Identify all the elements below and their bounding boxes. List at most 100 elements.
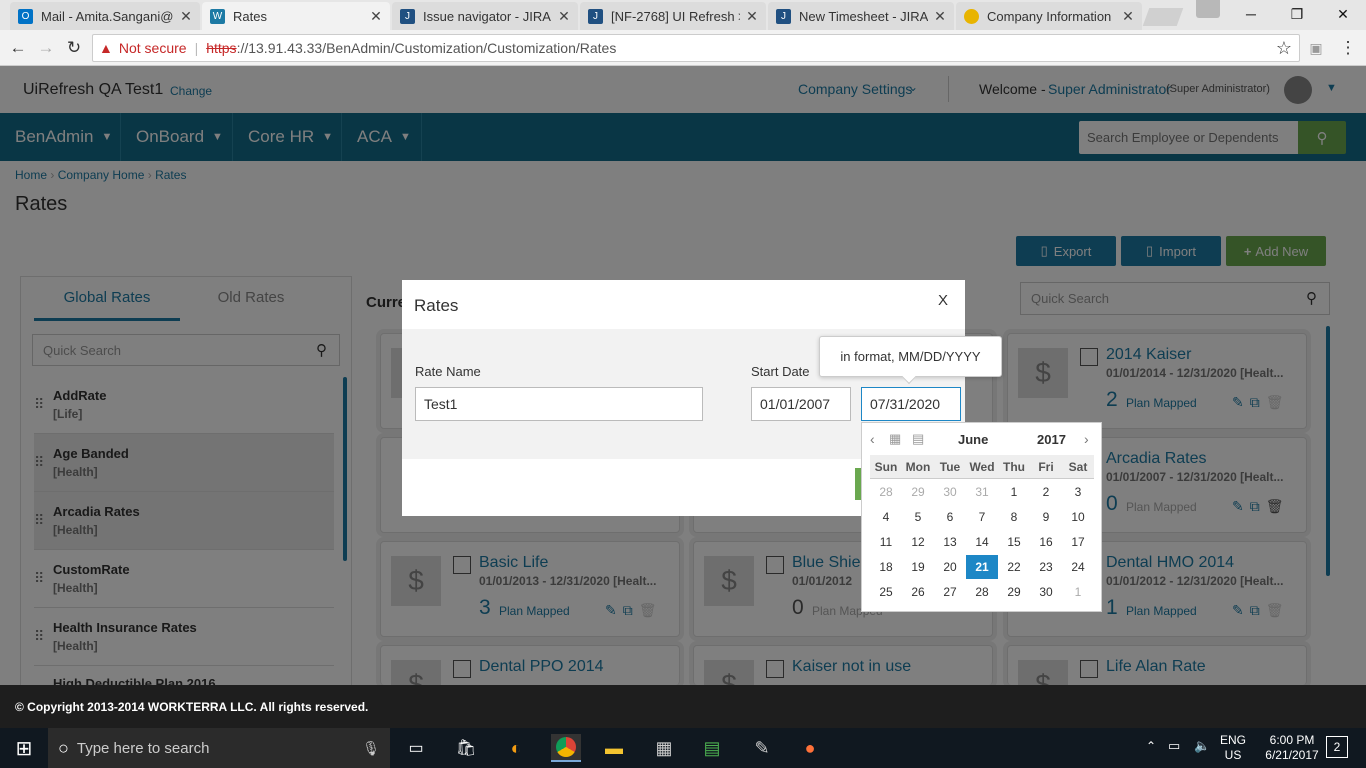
calendar-year[interactable]: 2017: [1037, 432, 1066, 447]
calendar-day[interactable]: 10: [1062, 505, 1094, 529]
page-footer: © Copyright 2013-2014 WORKTERRA LLC. All…: [0, 685, 1366, 728]
app-icon[interactable]: ▦: [650, 734, 678, 762]
copyright-text: © Copyright 2013-2014 WORKTERRA LLC. All…: [15, 699, 369, 714]
calendar-day[interactable]: 4: [870, 505, 902, 529]
calendar-day-selected[interactable]: 21: [966, 555, 998, 579]
app-flame-icon[interactable]: ◐: [502, 734, 530, 762]
firefox-icon[interactable]: ●: [796, 734, 824, 762]
calendar-day[interactable]: 1: [998, 480, 1030, 504]
url-field[interactable]: ▲ Not secure | https ://13.91.43.33/BenA…: [92, 34, 1300, 62]
calendar-day[interactable]: 29: [902, 480, 934, 504]
calendar-day[interactable]: 14: [966, 530, 998, 554]
calendar-day[interactable]: 31: [966, 480, 998, 504]
calendar-day[interactable]: 20: [934, 555, 966, 579]
restore-icon[interactable]: ❐: [1274, 0, 1320, 28]
calendar-weekday-row: Sun Mon Tue Wed Thu Fri Sat: [870, 455, 1094, 479]
next-month-icon[interactable]: ›: [1084, 431, 1089, 447]
close-window-icon[interactable]: ✕: [1320, 0, 1366, 28]
chevron-up-icon[interactable]: ⌃: [1146, 739, 1156, 753]
end-date-input[interactable]: 07/31/2020: [861, 387, 961, 421]
reload-icon[interactable]: ↻: [62, 36, 86, 60]
windows-start-icon[interactable]: ⊞: [10, 734, 38, 762]
calendar-day[interactable]: 26: [902, 580, 934, 604]
browser-menu-icon[interactable]: ⋮: [1336, 36, 1360, 60]
prev-month-icon[interactable]: ‹: [870, 431, 875, 447]
calendar-day[interactable]: 30: [1030, 580, 1062, 604]
calendar-day[interactable]: 25: [870, 580, 902, 604]
store-icon[interactable]: 🛍: [452, 734, 480, 762]
minimize-icon[interactable]: ─: [1228, 0, 1274, 28]
language-code: ENG: [1220, 733, 1247, 747]
weekday-label: Tue: [939, 460, 961, 474]
url-divider: |: [194, 40, 199, 56]
calendar-day[interactable]: 8: [998, 505, 1030, 529]
notifications-icon[interactable]: 2: [1326, 736, 1348, 758]
calendar-day[interactable]: 28: [870, 480, 902, 504]
calendar-day[interactable]: 23: [1030, 555, 1062, 579]
calendar-day[interactable]: 30: [934, 480, 966, 504]
close-icon[interactable]: ✕: [558, 8, 570, 25]
calendar-day[interactable]: 29: [998, 580, 1030, 604]
volume-icon[interactable]: 🔈: [1194, 738, 1210, 754]
calendar-day[interactable]: 18: [870, 555, 902, 579]
forward-icon[interactable]: →: [34, 36, 58, 60]
browser-tab-issue-navigator[interactable]: J Issue navigator - JIRA ✕: [392, 2, 578, 30]
browser-tab-nf-2768[interactable]: J [NF-2768] UI Refresh > ✕: [580, 2, 766, 30]
calendar-day[interactable]: 13: [934, 530, 966, 554]
calendar-day[interactable]: 3: [1062, 480, 1094, 504]
calendar-day[interactable]: 16: [1030, 530, 1062, 554]
calendar-day[interactable]: 5: [902, 505, 934, 529]
dialog-title: Rates: [414, 296, 459, 315]
chrome-icon[interactable]: [551, 734, 581, 762]
calendar-day[interactable]: 1: [1062, 580, 1094, 604]
browser-tab-company-info[interactable]: Company Information ✕: [956, 2, 1142, 30]
rate-name-input[interactable]: Test1: [415, 387, 703, 421]
clock[interactable]: 6:00 PM 6/21/2017: [1262, 733, 1322, 763]
calendar-day[interactable]: 2: [1030, 480, 1062, 504]
calendar-day[interactable]: 6: [934, 505, 966, 529]
start-date-input[interactable]: 01/01/2007: [751, 387, 851, 421]
calendar-day[interactable]: 19: [902, 555, 934, 579]
file-explorer-icon[interactable]: ▬: [600, 734, 628, 762]
task-view-icon[interactable]: ▭: [402, 734, 430, 762]
browser-tab-mail[interactable]: O Mail - Amita.Sangani@h ✕: [10, 2, 200, 30]
calendar-day[interactable]: 7: [966, 505, 998, 529]
calendar-week-row: 18 19 20 21 22 23 24: [870, 555, 1094, 579]
calendar-day[interactable]: 12: [902, 530, 934, 554]
dialog-close-button[interactable]: X: [938, 292, 948, 309]
url-path: ://13.91.43.33/BenAdmin/Customization/Cu…: [236, 40, 617, 56]
network-icon[interactable]: ▭: [1168, 738, 1180, 754]
calendar-month[interactable]: June: [958, 432, 988, 447]
calendar-day[interactable]: 24: [1062, 555, 1094, 579]
today-icon[interactable]: ▤: [912, 431, 924, 447]
language-indicator[interactable]: ENG US: [1220, 733, 1246, 763]
warning-icon: ▲: [99, 40, 113, 56]
calendar-day[interactable]: 11: [870, 530, 902, 554]
extension-icon[interactable]: ▣: [1304, 36, 1328, 60]
taskbar-search-box[interactable]: ○ Type here to search 🎙: [48, 728, 390, 768]
back-icon[interactable]: ←: [6, 36, 30, 60]
new-tab-button[interactable]: [1142, 8, 1184, 26]
calendar-icon[interactable]: ▦: [889, 431, 901, 447]
weekday-label: Sun: [874, 460, 898, 474]
close-icon[interactable]: ✕: [370, 8, 382, 25]
profile-icon[interactable]: [1196, 0, 1220, 18]
close-icon[interactable]: ✕: [934, 8, 946, 25]
weekday-label: Wed: [969, 460, 995, 474]
calendar-day[interactable]: 9: [1030, 505, 1062, 529]
paint-icon[interactable]: ✎: [748, 734, 776, 762]
calendar-day[interactable]: 28: [966, 580, 998, 604]
calendar-day[interactable]: 22: [998, 555, 1030, 579]
calendar-day[interactable]: 17: [1062, 530, 1094, 554]
browser-tab-timesheet[interactable]: J New Timesheet - JIRA ✕: [768, 2, 954, 30]
close-icon[interactable]: ✕: [180, 8, 192, 25]
weekday-label: Sat: [1068, 460, 1088, 474]
close-icon[interactable]: ✕: [746, 8, 758, 25]
close-icon[interactable]: ✕: [1122, 8, 1134, 25]
spreadsheet-icon[interactable]: ▤: [698, 734, 726, 762]
browser-tab-rates[interactable]: W Rates ✕: [202, 2, 390, 30]
calendar-day[interactable]: 15: [998, 530, 1030, 554]
bookmark-star-icon[interactable]: ☆: [1272, 36, 1296, 60]
calendar-week-row: 11 12 13 14 15 16 17: [870, 530, 1094, 554]
calendar-day[interactable]: 27: [934, 580, 966, 604]
